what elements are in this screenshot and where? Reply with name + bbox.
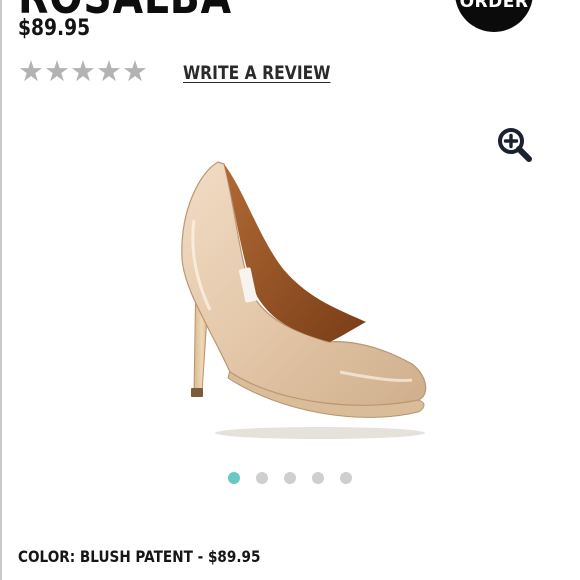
star-icon: ★ (44, 54, 70, 88)
page-left-border (0, 0, 2, 580)
product-image[interactable] (160, 150, 440, 450)
product-price: $89.95 (18, 16, 91, 41)
star-rating: ★ ★ ★ ★ ★ (18, 54, 148, 88)
star-icon: ★ (96, 54, 122, 88)
carousel-dot[interactable] (340, 472, 352, 484)
zoom-in-icon[interactable] (496, 126, 534, 164)
star-icon: ★ (18, 54, 44, 88)
carousel-dots (228, 472, 352, 484)
order-button[interactable]: ORDER (455, 0, 533, 32)
star-icon: ★ (70, 54, 96, 88)
carousel-dot-active[interactable] (228, 472, 240, 484)
write-review-link[interactable]: WRITE A REVIEW (183, 61, 330, 85)
carousel-dot[interactable] (256, 472, 268, 484)
star-icon: ★ (122, 54, 148, 88)
selected-color-label: COLOR: BLUSH PATENT - $89.95 (18, 547, 261, 566)
order-button-label: ORDER (459, 0, 529, 12)
carousel-dot[interactable] (312, 472, 324, 484)
carousel-dot[interactable] (284, 472, 296, 484)
